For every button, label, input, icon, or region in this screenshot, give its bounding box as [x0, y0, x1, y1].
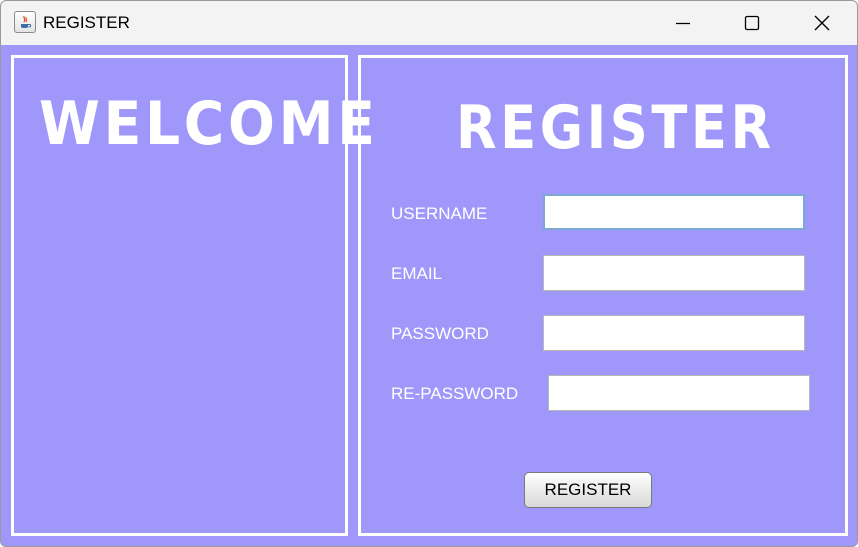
maximize-button[interactable] [717, 1, 787, 45]
register-panel: REGISTER USERNAME EMAIL PASSWORD RE-PASS… [358, 55, 848, 536]
username-input[interactable] [543, 194, 805, 230]
re-password-input[interactable] [548, 375, 810, 411]
close-icon [814, 15, 830, 31]
register-window: REGISTER WELCOME REGISTER USERNAME EMAIL… [0, 0, 858, 547]
window-title: REGISTER [43, 13, 130, 32]
email-input[interactable] [543, 255, 805, 291]
welcome-heading: WELCOME [39, 89, 379, 159]
close-button[interactable] [787, 1, 857, 45]
minimize-button[interactable] [648, 1, 718, 45]
password-input[interactable] [543, 315, 805, 351]
email-label: EMAIL [391, 264, 443, 283]
maximize-icon [744, 15, 760, 31]
java-coffee-cup-icon[interactable] [14, 11, 36, 33]
password-label: PASSWORD [391, 324, 489, 343]
minimize-icon [676, 22, 690, 25]
title-bar[interactable]: REGISTER [1, 1, 857, 45]
re-password-label: RE-PASSWORD [391, 384, 519, 403]
register-button[interactable]: REGISTER [524, 472, 652, 508]
username-label: USERNAME [391, 204, 488, 223]
content-area: WELCOME REGISTER USERNAME EMAIL PASSWORD… [1, 45, 857, 546]
welcome-panel: WELCOME [11, 55, 379, 536]
register-heading: REGISTER [456, 93, 775, 163]
